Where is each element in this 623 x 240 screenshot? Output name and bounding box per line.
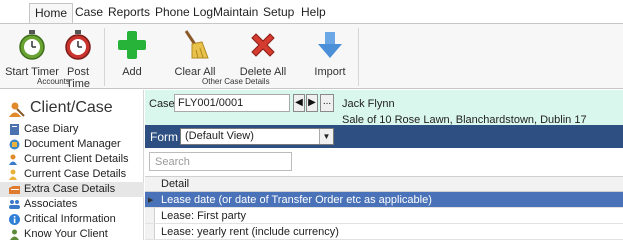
form-view-select[interactable]: (Default View) ▼	[180, 128, 334, 145]
row-indicator-icon: ▶	[148, 197, 154, 204]
table-cell: Lease: First party	[161, 210, 246, 222]
table-cell: Lease date (or date of Transfer Order et…	[161, 194, 432, 206]
extra-details-icon	[9, 186, 20, 194]
form-view-value: (Default View)	[185, 130, 254, 142]
nav-item-label: Current Case Details	[24, 168, 127, 180]
ribbon-tab-bar: Home Case Reports Phone Log Maintain Set…	[0, 0, 623, 24]
nav-item-critical-information[interactable]: Critical Information	[0, 212, 144, 227]
nav-item-label: Know Your Client	[24, 228, 108, 240]
import-label: Import	[314, 66, 346, 78]
add-label: Add	[122, 66, 142, 78]
client-case-icon	[9, 102, 25, 117]
case-number-input[interactable]	[174, 94, 290, 112]
nav-item-label: Current Client Details	[24, 153, 129, 165]
search-area	[145, 148, 623, 176]
nav-item-case-diary[interactable]: Case Diary	[0, 122, 144, 137]
details-grid: Detail ▶ Lease date (or date of Transfer…	[145, 176, 623, 240]
previous-case-button[interactable]: ◀	[293, 94, 305, 112]
column-header-detail[interactable]: Detail	[161, 178, 189, 190]
case-bar: Case: ◀ ▶ ... Jack Flynn Sale of 10 Rose…	[145, 90, 623, 126]
add-button[interactable]: Add	[113, 28, 151, 78]
nav-item-label: Extra Case Details	[24, 183, 116, 195]
left-nav: Client/Case Case Diary Document Manager …	[0, 90, 144, 240]
next-case-button[interactable]: ▶	[306, 94, 318, 112]
table-cell: Lease: yearly rent (include currency)	[161, 226, 339, 238]
document-manager-icon	[9, 139, 20, 150]
plus-green-icon	[118, 31, 146, 59]
nav-item-know-your-client[interactable]: Know Your Client	[0, 227, 144, 240]
ribbon-separator	[104, 28, 105, 86]
accounts-group-label: Accounts	[37, 77, 70, 86]
chevron-down-icon[interactable]: ▼	[319, 129, 333, 144]
start-timer-button[interactable]: Start Timer	[4, 28, 60, 78]
down-arrow-blue-icon	[318, 32, 342, 58]
nav-item-extra-case-details[interactable]: Extra Case Details	[0, 182, 144, 197]
red-x-icon	[251, 33, 275, 57]
case-lookup-button[interactable]: ...	[320, 94, 334, 112]
ribbon-separator	[358, 28, 359, 86]
client-icon	[9, 154, 17, 165]
diary-icon	[10, 124, 19, 135]
grid-header: Detail	[145, 176, 623, 192]
associates-icon	[9, 200, 20, 209]
info-icon	[9, 214, 20, 225]
clear-all-button[interactable]: Clear All	[170, 28, 220, 78]
client-name: Jack Flynn	[342, 98, 395, 110]
form-bar: Form (Default View) ▼	[145, 125, 623, 148]
broom-icon	[184, 30, 209, 59]
table-row[interactable]: ▶ Lease date (or date of Transfer Order …	[145, 192, 623, 208]
delete-all-button[interactable]: Delete All	[235, 28, 291, 78]
nav-item-current-case-details[interactable]: Current Case Details	[0, 167, 144, 182]
nav-item-label: Critical Information	[24, 213, 116, 225]
nav-item-current-client-details[interactable]: Current Client Details	[0, 152, 144, 167]
nav-item-label: Associates	[24, 198, 78, 210]
nav-item-label: Document Manager	[24, 138, 121, 150]
nav-title: Client/Case	[30, 99, 113, 116]
nav-item-associates[interactable]: Associates	[0, 197, 144, 212]
nav-item-label: Case Diary	[24, 123, 79, 135]
tab-setup[interactable]: Setup	[258, 3, 299, 24]
know-client-icon	[10, 229, 19, 240]
tab-help[interactable]: Help	[296, 3, 331, 24]
stopwatch-green-icon	[19, 30, 45, 60]
ribbon: Start Timer Post Time Accounts Add Clear…	[0, 23, 623, 90]
table-row[interactable]: Lease: First party	[145, 208, 623, 224]
table-row[interactable]: Lease: yearly rent (include currency)	[145, 224, 623, 240]
nav-item-document-manager[interactable]: Document Manager	[0, 137, 144, 152]
main-panel: Case: ◀ ▶ ... Jack Flynn Sale of 10 Rose…	[145, 90, 623, 240]
other-case-details-group-label: Other Case Details	[202, 77, 270, 86]
stopwatch-red-icon	[65, 30, 91, 60]
search-input[interactable]	[149, 152, 292, 171]
tab-home[interactable]: Home	[29, 3, 74, 24]
case-icon	[9, 169, 17, 180]
import-button[interactable]: Import	[310, 28, 350, 78]
tab-maintain[interactable]: Maintain	[208, 3, 263, 24]
tab-reports[interactable]: Reports	[103, 3, 155, 24]
form-label: Form	[150, 130, 178, 144]
